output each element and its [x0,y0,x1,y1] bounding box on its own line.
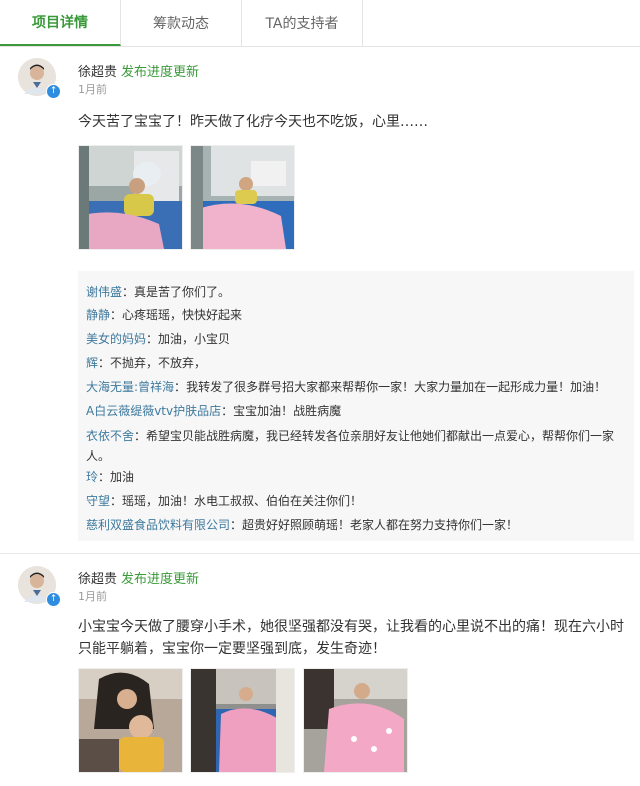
comment-item[interactable]: 大海无量:曾祥海：我转发了很多群号招大家都来帮帮你一家！大家力量加在一起形成力量… [86,377,626,397]
post-content: 今天苦了宝宝了！昨天做了化疗今天也不吃饭，心里…… [78,114,428,130]
tab-label: 筹款动态 [153,16,209,32]
comment-separator: ： [134,429,147,443]
post-photo[interactable] [190,668,295,773]
photo-baby-in-bed [304,669,407,772]
comment-text: 加油，小宝贝 [158,332,231,346]
comment-separator: ： [98,356,111,370]
commenter-name[interactable]: 美女的妈妈 [86,332,146,346]
post-photo[interactable] [190,145,295,250]
comment-item[interactable]: A白云薇缇薇vtv护肤品店：宝宝加油！战胜病魔 [86,401,626,421]
commenter-name[interactable]: 大海无量:曾祥海 [86,380,174,394]
comment-text: 希望宝贝能战胜病魔，我已经转发各位亲朋好友让他她们都献出一点爱心，帮帮你们一家人… [86,429,615,463]
comment-separator: ： [174,380,187,394]
author-name[interactable]: 徐超贵 [78,572,117,587]
commenter-name[interactable]: 辉 [86,356,98,370]
comment-text: 加油 [110,470,135,484]
comment-list: 谢伟盛：真是苦了你们了。 静静：心疼瑶瑶，快快好起来 美女的妈妈：加油，小宝贝 … [78,271,634,541]
arrow-up-icon: ↑ [46,592,61,607]
comment-separator: ： [230,518,243,532]
post-photo[interactable] [303,668,408,773]
tab-bar: 项目详情 筹款动态 TA的支持者 [0,0,640,47]
avatar[interactable]: ↑ [18,58,61,99]
commenter-name[interactable]: 慈利双盛食品饮料有限公司 [86,518,230,532]
comment-item[interactable]: 静静：心疼瑶瑶，快快好起来 [86,305,626,325]
tab-label: 项目详情 [32,15,88,31]
comment-item[interactable]: 辉：不抛弃，不放弃， [86,353,626,373]
tab-bar-filler [363,0,640,46]
comment-separator: ： [122,285,135,299]
avatar[interactable]: ↑ [18,566,61,607]
comment-text: 我转发了很多群号招大家都来帮帮你一家！大家力量加在一起形成力量！加油！ [186,380,607,394]
tab-supporters[interactable]: TA的支持者 [242,0,363,46]
comment-item[interactable]: 谢伟盛：真是苦了你们了。 [86,282,626,302]
post-action: 发布进度更新 [121,65,200,80]
post-content: 小宝宝今天做了腰穿小手术，她很坚强都没有哭，让我看的心里说不出的痛！现在六小时只… [78,619,624,657]
comment-item[interactable]: 美女的妈妈：加油，小宝贝 [86,329,626,349]
post-time: 1月前 [78,83,107,96]
post-header: 徐超贵 发布进度更新 [78,568,199,587]
post-header: 徐超贵 发布进度更新 [78,61,199,80]
commenter-name[interactable]: A白云薇缇薇vtv护肤品店 [86,404,221,418]
comment-text: 宝宝加油！战胜病魔 [233,404,342,418]
tab-label: TA的支持者 [265,16,339,32]
post-time: 1月前 [78,590,107,603]
comment-text: 超贵好好照顾萌瑶！老家人都在努力支持你们一家！ [242,518,519,532]
comment-item[interactable]: 守望：瑶瑶，加油！水电工叔叔、伯伯在关注你们！ [86,491,626,511]
comment-separator: ： [221,404,234,418]
arrow-up-icon: ↑ [46,84,61,99]
commenter-name[interactable]: 玲 [86,470,98,484]
comment-item[interactable]: 玲：加油 [86,467,626,487]
commenter-name[interactable]: 静静 [86,308,110,322]
author-name[interactable]: 徐超贵 [78,65,117,80]
comment-text: 心疼瑶瑶，快快好起来 [122,308,243,322]
commenter-name[interactable]: 守望 [86,494,110,508]
comment-text: 真是苦了你们了。 [134,285,231,299]
comment-text: 瑶瑶，加油！水电工叔叔、伯伯在关注你们！ [122,494,363,508]
comment-item[interactable]: 衣依不舍：希望宝贝能战胜病魔，我已经转发各位亲朋好友让他她们都献出一点爱心，帮帮… [86,426,626,466]
tab-fundraising-updates[interactable]: 筹款动态 [121,0,242,46]
post-photo[interactable] [78,145,183,250]
comment-separator: ： [110,308,123,322]
commenter-name[interactable]: 谢伟盛 [86,285,122,299]
photo-mother-and-baby [79,669,182,772]
comment-separator: ： [98,470,111,484]
photo-baby-in-bed [191,669,294,772]
commenter-name[interactable]: 衣依不舍 [86,429,134,443]
tab-project-details[interactable]: 项目详情 [0,0,121,46]
post-photo[interactable] [78,668,183,773]
post-divider [0,553,640,554]
photo-baby-in-bed [191,146,294,249]
comment-separator: ： [110,494,123,508]
comment-separator: ： [146,332,159,346]
comment-text: 不抛弃，不放弃， [110,356,207,370]
post-action: 发布进度更新 [121,572,200,587]
photo-baby-in-bed [79,146,182,249]
comment-item[interactable]: 慈利双盛食品饮料有限公司：超贵好好照顾萌瑶！老家人都在努力支持你们一家！ [86,515,626,535]
